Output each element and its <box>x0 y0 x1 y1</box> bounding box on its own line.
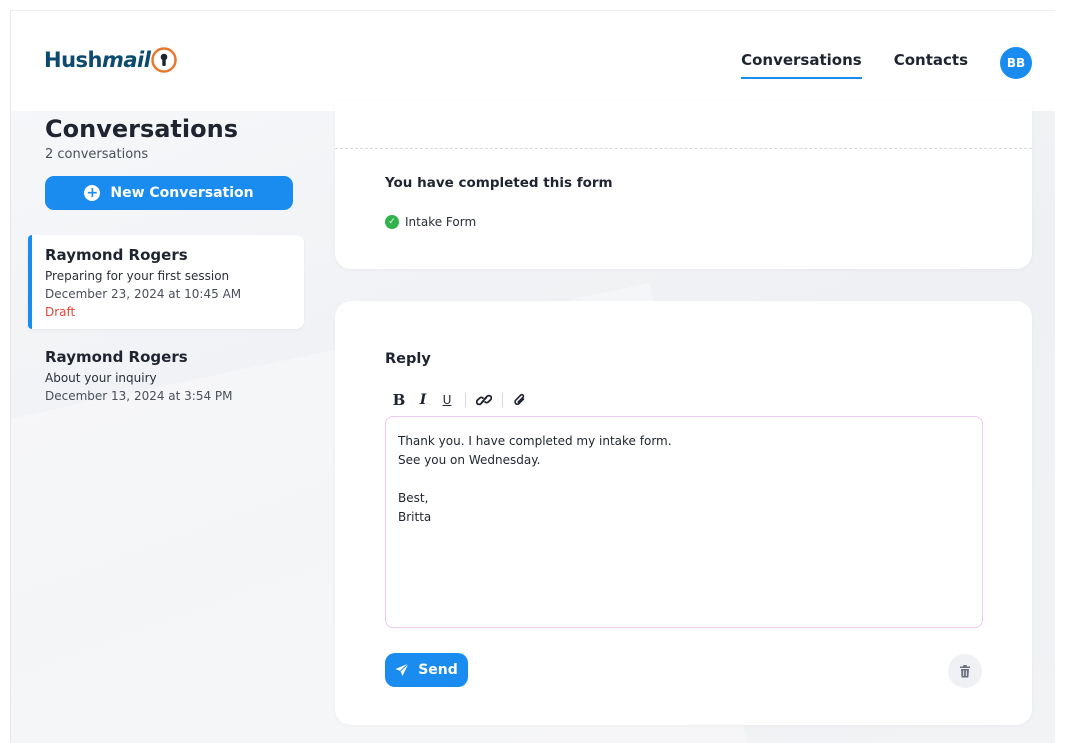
trash-icon <box>960 664 970 677</box>
conversation-name: Raymond Rogers <box>45 246 188 264</box>
editor-line: Thank you. I have completed my intake fo… <box>398 434 672 448</box>
send-label: Send <box>418 662 458 678</box>
conversation-date: December 23, 2024 at 10:45 AM <box>45 287 242 301</box>
bold-button[interactable]: B <box>391 391 407 409</box>
logo-text-mail: mail <box>101 48 151 72</box>
reply-title: Reply <box>385 351 431 367</box>
plus-icon: + <box>84 185 101 201</box>
reply-editor[interactable]: Thank you. I have completed my intake fo… <box>385 416 983 628</box>
header: Hush mail Conversations Contacts BB <box>11 11 1055 111</box>
formatting-toolbar: B I U <box>391 391 527 409</box>
paperclip-icon[interactable] <box>513 391 527 409</box>
editor-line: See you on Wednesday. <box>398 453 541 467</box>
nav-conversations[interactable]: Conversations <box>741 51 862 79</box>
conversation-subject: Preparing for your first session <box>45 269 230 283</box>
form-name: Intake Form <box>405 215 477 229</box>
editor-line: Best, <box>398 491 429 505</box>
top-nav: Conversations Contacts BB <box>741 47 1032 79</box>
editor-line: Britta <box>398 510 432 524</box>
toolbar-divider <box>502 393 503 407</box>
new-conversation-button[interactable]: + New Conversation <box>45 176 293 210</box>
logo-text-hush: Hush <box>44 48 102 72</box>
conversation-name: Raymond Rogers <box>45 348 188 366</box>
new-conversation-label: New Conversation <box>110 185 254 201</box>
italic-button[interactable]: I <box>415 391 431 409</box>
link-icon[interactable] <box>476 391 492 409</box>
avatar[interactable]: BB <box>1000 47 1032 79</box>
completed-form-item[interactable]: ✓ Intake Form <box>385 215 476 229</box>
form-status-card: You have completed this form ✓ Intake Fo… <box>335 101 1032 269</box>
send-icon <box>395 663 410 676</box>
draft-badge: Draft <box>45 305 76 319</box>
hushmail-logo[interactable]: Hush mail <box>44 47 178 73</box>
conversation-count: 2 conversations <box>45 147 149 162</box>
toolbar-divider <box>465 393 466 407</box>
nav-contacts[interactable]: Contacts <box>894 51 968 75</box>
message-divider <box>335 148 1032 149</box>
conversation-item[interactable]: Raymond Rogers About your inquiry Decemb… <box>28 337 304 407</box>
send-button[interactable]: Send <box>385 653 468 687</box>
conversation-item[interactable]: Raymond Rogers Preparing for your first … <box>28 235 304 329</box>
page-title: Conversations <box>45 115 238 143</box>
check-icon: ✓ <box>385 215 399 229</box>
conversation-date: December 13, 2024 at 3:54 PM <box>45 389 233 403</box>
form-completed-title: You have completed this form <box>385 175 613 191</box>
sidebar: Conversations 2 conversations + New Conv… <box>11 111 316 743</box>
lock-icon <box>151 47 178 73</box>
reply-card: Reply B I U Thank you. I have completed … <box>335 301 1032 725</box>
conversation-subject: About your inquiry <box>45 371 157 385</box>
underline-button[interactable]: U <box>439 391 455 409</box>
discard-draft-button[interactable] <box>948 654 982 688</box>
app-frame: Hush mail Conversations Contacts BB Conve… <box>10 10 1055 743</box>
